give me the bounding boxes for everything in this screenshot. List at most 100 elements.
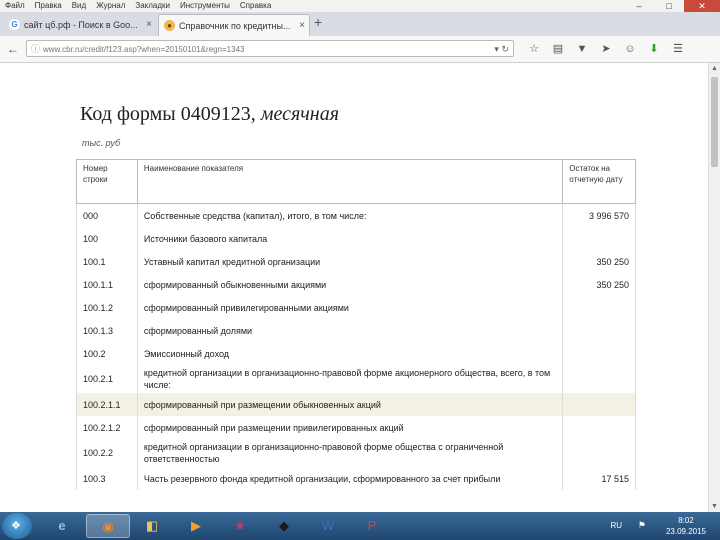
download-icon[interactable]: ⬇	[642, 40, 666, 58]
row-number-cell: 100.1	[76, 250, 138, 273]
page-viewport: Код формы 0409123, месячная тыс. руб Ном…	[0, 63, 708, 512]
media-player-icon[interactable]: ▶	[174, 514, 218, 538]
menu-help[interactable]: Справка	[235, 0, 276, 12]
menu-file[interactable]: Файл	[0, 0, 30, 12]
minimize-icon[interactable]: –	[624, 0, 654, 12]
scrollbar-thumb[interactable]	[711, 77, 718, 167]
clock-date: 23.09.2015	[665, 527, 706, 536]
reload-icon[interactable]: ↻	[501, 44, 509, 54]
indicator-name-cell: Эмиссионный доход	[136, 342, 564, 365]
close-tab-icon[interactable]: ×	[299, 15, 305, 36]
row-number-cell: 000	[76, 203, 138, 227]
dropdown-icon[interactable]: ▾	[494, 44, 499, 54]
windows-logo-icon: ❖	[11, 520, 21, 532]
menu-icon[interactable]: ☰	[666, 40, 690, 58]
table-row: 100.1.3 сформированный долями	[76, 319, 636, 342]
menu-edit[interactable]: Правка	[30, 0, 67, 12]
indicator-name-cell: сформированный обыкновенными акциями	[136, 273, 564, 296]
url-bar[interactable]: ⓘ www.cbr.ru/credit/f123.asp?when=201501…	[26, 40, 514, 57]
table-row: 100.2.1 кредитной организации в организац…	[76, 365, 636, 393]
row-number-cell: 100.2.1.1	[76, 393, 138, 416]
row-number-cell: 100.1.3	[76, 319, 138, 342]
table-row: 100.1.1 сформированный обыкновенными акци…	[76, 273, 636, 296]
row-number-cell: 100.2.2	[76, 439, 138, 467]
balance-cell	[562, 319, 636, 342]
indicator-name-cell: сформированный при размещении привилегир…	[136, 416, 564, 439]
indicator-name-cell: Уставный капитал кредитной организации	[136, 250, 564, 273]
balance-cell: 350 250	[562, 273, 636, 296]
url-text: www.cbr.ru/credit/f123.asp?when=20150101…	[43, 45, 245, 54]
clock[interactable]: 8:02 23.09.2015	[666, 515, 706, 537]
close-tab-icon[interactable]: ×	[146, 14, 152, 36]
table-row: 000 Собственные средства (капитал), итого…	[76, 203, 636, 227]
tab-label: сайт цб.рф - Поиск в Goo...	[24, 20, 138, 30]
row-number-cell: 100.2.1	[76, 365, 138, 393]
menu-view[interactable]: Вид	[67, 0, 91, 12]
report-table: Номер строки Наименование показателя Ост…	[76, 159, 636, 490]
row-number-cell: 100.3	[76, 467, 138, 490]
header-row-number: Номер строки	[76, 159, 138, 204]
indicator-name-cell: кредитной организации в организационно-п…	[136, 439, 564, 467]
table-row: 100.2.1.1 сформированный при размещении о…	[76, 393, 636, 416]
scroll-up-icon[interactable]: ▲	[711, 65, 718, 72]
table-row: 100.1.2 сформированный привилегированными…	[76, 296, 636, 319]
menu-tools[interactable]: Инструменты	[175, 0, 235, 12]
powerpoint-icon[interactable]: P	[350, 514, 394, 538]
tab-cbr-reference[interactable]: ● Справочник по кредитны... ×	[158, 14, 310, 36]
table-row: 100.3 Часть резервного фонда кредитной ор…	[76, 467, 636, 490]
consultant-icon[interactable]: ◆	[262, 514, 306, 538]
menu-bookmarks[interactable]: Закладки	[130, 0, 175, 12]
word-icon[interactable]: W	[306, 514, 350, 538]
network-icon[interactable]: ⚑	[638, 520, 646, 531]
start-button[interactable]: ❖	[2, 513, 32, 539]
bookmark-star-icon[interactable]: ☆	[522, 40, 546, 58]
balance-cell: 17 515	[562, 467, 636, 490]
balance-cell	[562, 296, 636, 319]
table-row: 100 Источники базового капитала	[76, 227, 636, 250]
row-number-cell: 100.2	[76, 342, 138, 365]
balance-cell	[562, 365, 636, 393]
app-star-icon[interactable]: ★	[218, 514, 262, 538]
reading-list-icon[interactable]: ▤	[546, 40, 570, 58]
vertical-scrollbar[interactable]: ▲ ▼	[708, 63, 720, 512]
row-number-cell: 100.1.2	[76, 296, 138, 319]
balance-cell	[562, 416, 636, 439]
explorer-folder-icon[interactable]: ◧	[130, 514, 174, 538]
indicator-name-cell: сформированный привилегированными акциям…	[136, 296, 564, 319]
tab-label: Справочник по кредитны...	[179, 21, 291, 31]
table-row: 100.1 Уставный капитал кредитной организа…	[76, 250, 636, 273]
pocket-icon[interactable]: ▼	[570, 40, 594, 58]
chat-icon[interactable]: ☺	[618, 40, 642, 58]
tab-bar: G сайт цб.рф - Поиск в Goo... × ● Справо…	[0, 12, 720, 36]
ie-icon[interactable]: e	[40, 514, 84, 538]
header-indicator-name: Наименование показателя	[136, 159, 564, 204]
row-number-cell: 100.1.1	[76, 273, 138, 296]
share-icon[interactable]: ➤	[594, 40, 618, 58]
firefox-icon[interactable]: ◉	[86, 514, 130, 538]
new-tab-button[interactable]: +	[314, 14, 322, 30]
header-balance: Остаток на отчетную дату	[562, 159, 636, 204]
back-icon[interactable]: ←	[4, 40, 22, 58]
window-controls: – □ ✕	[624, 0, 720, 12]
balance-cell: 350 250	[562, 250, 636, 273]
indicator-name-cell: сформированный при размещении обыкновенн…	[136, 393, 564, 416]
balance-cell	[562, 227, 636, 250]
cbr-icon: ●	[164, 20, 175, 31]
scroll-down-icon[interactable]: ▼	[711, 503, 718, 510]
clock-time: 8:02	[678, 516, 694, 525]
close-window-icon[interactable]: ✕	[684, 0, 720, 12]
balance-cell	[562, 393, 636, 416]
google-icon: G	[9, 19, 20, 30]
units-label: тыс. руб	[82, 138, 121, 148]
balance-cell	[562, 439, 636, 467]
menu-bar: Файл Правка Вид Журнал Закладки Инструме…	[0, 0, 720, 12]
page-title: Код формы 0409123, месячная	[80, 103, 340, 125]
balance-cell	[562, 342, 636, 365]
maximize-icon[interactable]: □	[654, 0, 684, 12]
language-indicator[interactable]: RU	[610, 521, 622, 530]
row-number-cell: 100	[76, 227, 138, 250]
tab-google-search[interactable]: G сайт цб.рф - Поиск в Goo... ×	[4, 14, 156, 36]
globe-icon: ⓘ	[31, 44, 41, 54]
indicator-name-cell: Часть резервного фонда кредитной организ…	[136, 467, 564, 490]
menu-history[interactable]: Журнал	[91, 0, 130, 12]
